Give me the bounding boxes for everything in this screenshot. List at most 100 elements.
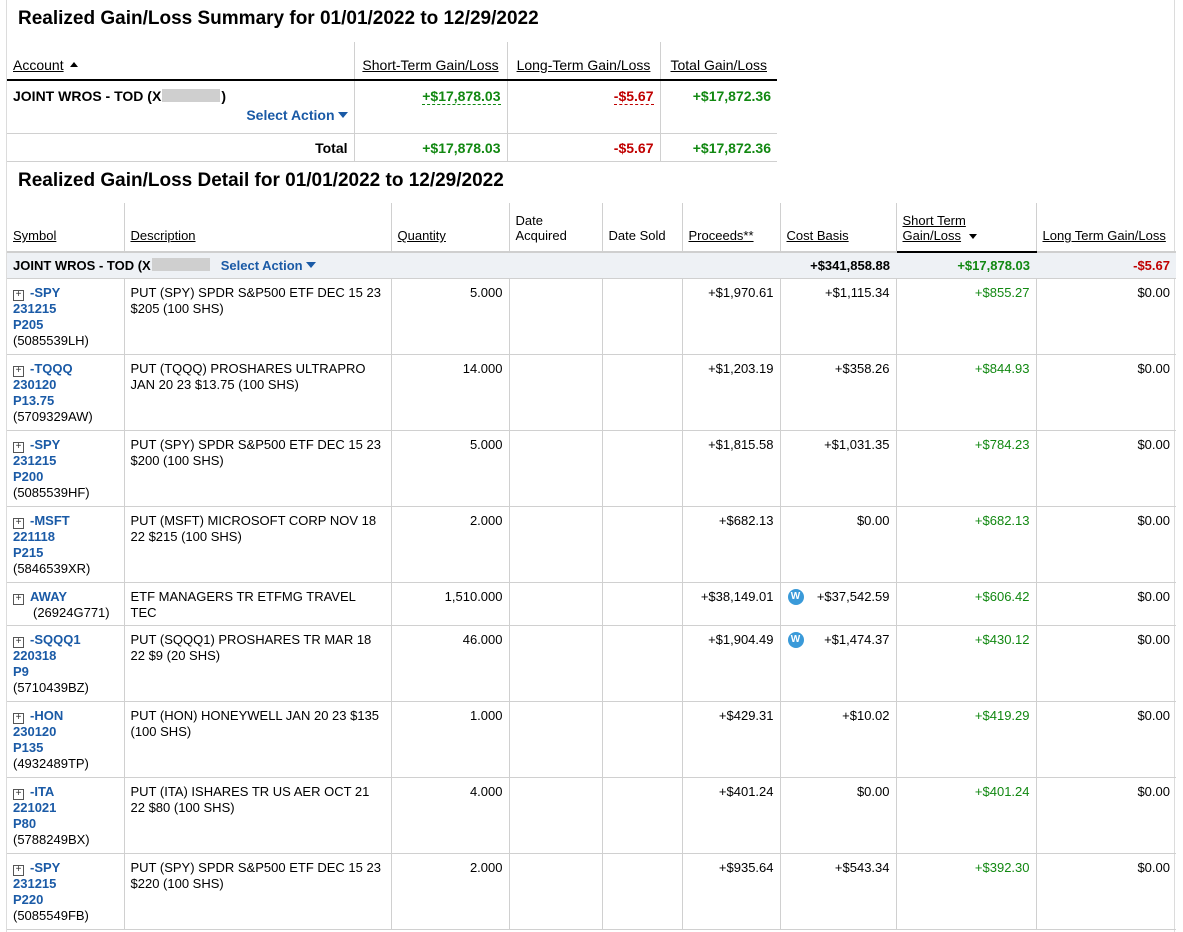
long-term-cell: $0.00 [1035,853,1176,930]
select-action-label[interactable]: Select Action [246,107,334,123]
symbol-part[interactable]: 230120 [13,377,56,392]
description-cell: ETF MANAGERS TR ETFMG TRAVEL TEC [123,582,391,626]
expand-icon[interactable]: + [13,789,24,800]
symbol-part[interactable]: P220 [13,892,43,907]
sort-long-term-detail-link[interactable]: Long Term Gain/Loss [1043,228,1166,243]
symbol-link[interactable]: AWAY [30,589,67,604]
header-short-term[interactable]: Short Term Gain/Loss [895,203,1036,253]
short-term-line2[interactable]: Gain/Loss [903,228,962,243]
expand-icon[interactable]: + [13,865,24,876]
header-description[interactable]: Description [123,203,391,253]
sort-description-link[interactable]: Description [131,228,196,243]
symbol-part[interactable]: -SPY [30,860,60,875]
symbol-part[interactable]: 230120 [13,724,56,739]
header-cost-basis[interactable]: Cost Basis [779,203,896,253]
short-term-value-link[interactable]: +$17,878.03 [422,88,501,105]
sort-proceeds-link[interactable]: Proceeds** [689,228,754,243]
date-sold-cell [601,430,682,507]
cost-basis-cell: $0.00 [779,777,896,854]
symbol-part[interactable]: P200 [13,469,43,484]
symbol-part[interactable]: -MSFT [30,513,70,528]
symbol-part[interactable]: 220318 [13,648,56,663]
symbol-part[interactable]: -ITA [30,784,54,799]
symbol-part[interactable]: 221118 [13,529,55,544]
expand-icon[interactable]: + [13,442,24,453]
date-acquired-cell [508,625,602,702]
detail-account-row: JOINT WROS - TOD (X Select Action +$341,8… [7,252,1176,279]
sort-cost-basis-link[interactable]: Cost Basis [787,228,849,243]
quantity-cell: 2.000 [390,853,509,930]
symbol-part[interactable]: -SPY [30,437,60,452]
table-row: + -SPY 231215 P220 (5085549FB) PUT (SPY) SPDR… [7,853,1176,930]
expand-icon[interactable]: + [13,594,24,605]
summary-select-action[interactable]: Select Action [246,107,348,123]
short-term-cell: +$855.27 [895,278,1036,355]
symbol-part[interactable]: 221021 [13,800,56,815]
summary-header-long-term[interactable]: Long-Term Gain/Loss [506,42,660,81]
proceeds-cell: +$429.31 [681,701,780,778]
long-term-cell: $0.00 [1035,625,1176,702]
quantity-cell: 1.000 [390,701,509,778]
symbol-part[interactable]: 231215 [13,301,56,316]
sort-quantity-link[interactable]: Quantity [398,228,446,243]
cost-basis-value: +$358.26 [834,361,890,376]
sort-total-link[interactable]: Total Gain/Loss [671,57,768,73]
cusip-text: (4932489TP) [13,756,89,771]
symbol-part[interactable]: P215 [13,545,43,560]
symbol-part[interactable]: P205 [13,317,43,332]
date-acquired-cell [508,506,602,583]
expand-icon[interactable]: + [13,366,24,377]
sort-short-term-link[interactable]: Short-Term Gain/Loss [362,57,498,73]
long-term-cell: $0.00 [1035,506,1176,583]
symbol-part[interactable]: -TQQQ [30,361,73,376]
symbol-part[interactable]: -SQQQ1 [30,632,81,647]
sort-symbol-link[interactable]: Symbol [13,228,56,243]
wash-sale-icon[interactable]: W [787,589,804,605]
symbol-part[interactable]: P9 [13,664,29,679]
date-sold-cell [601,582,682,626]
header-long-term[interactable]: Long Term Gain/Loss [1035,203,1176,253]
symbol-part[interactable]: P13.75 [13,393,54,408]
detail-select-action-label[interactable]: Select Action [221,258,303,273]
header-symbol[interactable]: Symbol [7,203,124,253]
symbol-part[interactable]: -SPY [30,285,60,300]
masked-account-number [162,89,221,102]
symbol-part[interactable]: -HON [30,708,63,723]
expand-icon[interactable]: + [13,637,24,648]
expand-icon[interactable]: + [13,713,24,724]
summary-account-short-term[interactable]: +$17,878.03 [353,80,507,134]
sort-account-link[interactable]: Account [13,57,64,73]
summary-header-account[interactable]: Account [7,42,354,81]
summary-total-short-term: +$17,878.03 [353,133,507,162]
table-row: + -HON 230120 P135 (4932489TP) PUT (HON) HONE… [7,701,1176,778]
symbol-part[interactable]: P135 [13,740,43,755]
symbol-part[interactable]: P80 [13,816,36,831]
header-proceeds[interactable]: Proceeds** [681,203,780,253]
date-acquired-cell [508,853,602,930]
symbol-part[interactable]: AWAY [30,589,67,604]
expand-icon[interactable]: + [13,518,24,529]
long-term-value-link[interactable]: -$5.67 [613,88,654,105]
quantity-cell: 46.000 [390,625,509,702]
summary-account-long-term[interactable]: -$5.67 [506,80,660,134]
summary-total-row: Total +$17,878.03 -$5.67 +$17,872.36 [7,133,777,162]
summary-header-short-term[interactable]: Short-Term Gain/Loss [353,42,507,81]
table-row: + -MSFT 221118 P215 (5846539XR) PUT (MSFT) MI… [7,506,1176,583]
cusip-text: (5085539LH) [13,333,89,348]
expand-icon[interactable]: + [13,290,24,301]
detail-select-action[interactable]: Select Action [221,258,316,273]
quantity-cell: 1,510.000 [390,582,509,626]
sort-long-term-link[interactable]: Long-Term Gain/Loss [517,57,651,73]
proceeds-cell: +$401.24 [681,777,780,854]
symbol-part[interactable]: 231215 [13,453,56,468]
description-cell: PUT (SPY) SPDR S&P500 ETF DEC 15 23 $205… [123,278,391,355]
wash-sale-icon[interactable]: W [787,632,804,648]
quantity-cell: 5.000 [390,278,509,355]
symbol-part[interactable]: 231215 [13,876,56,891]
short-term-line1[interactable]: Short Term [903,213,1030,228]
date-sold-cell [601,701,682,778]
summary-header-total[interactable]: Total Gain/Loss [659,42,777,81]
cost-basis-value: +$37,542.59 [816,589,890,604]
header-quantity[interactable]: Quantity [390,203,509,253]
symbol-cell: + AWAY (26924G771) [7,582,124,626]
